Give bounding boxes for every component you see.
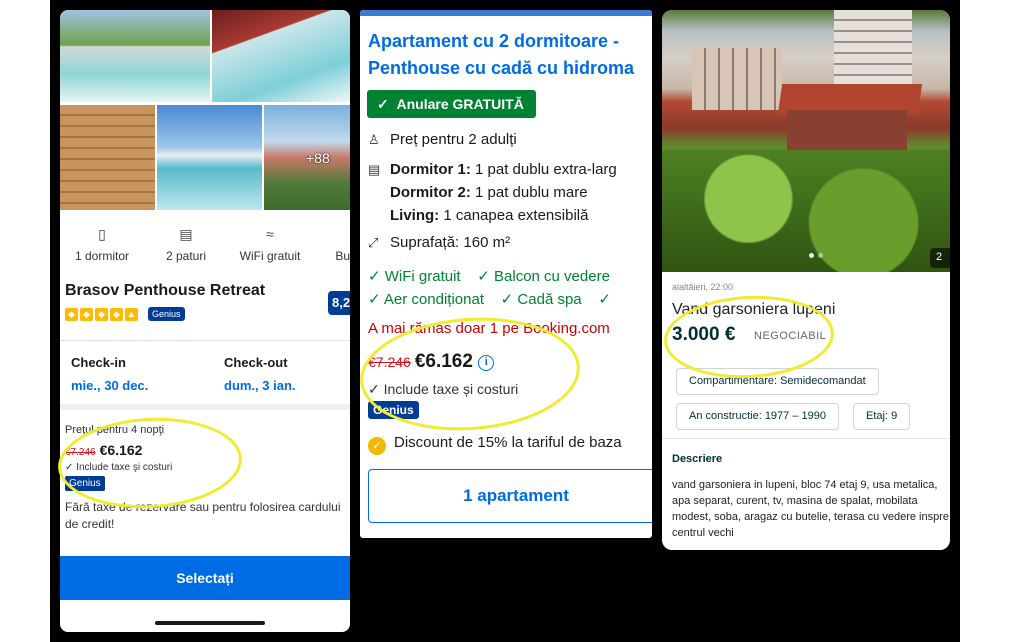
select-button[interactable]: Selectați — [60, 556, 350, 600]
check-icon: ✓ — [368, 291, 384, 308]
photo-pagination — [809, 253, 823, 258]
photo-spa-view[interactable] — [157, 105, 262, 210]
post-date: alaltăieri, 22:00 — [672, 282, 734, 292]
room-title[interactable]: Apartament cu 2 dormitoare - Penthouse c… — [368, 28, 652, 82]
info-icon[interactable]: i — [478, 355, 495, 371]
chip-an-constructie: An constructie: 1977 – 1990 — [676, 403, 839, 430]
review-score[interactable]: 8,2 — [328, 291, 350, 315]
check-icon: ✓ — [377, 96, 397, 112]
listing-photo[interactable]: 2 — [662, 10, 950, 272]
photo-count: 2 — [930, 248, 950, 268]
price: €7.246 €6.162 i — [368, 351, 495, 373]
genius-tag: Genius — [65, 476, 105, 491]
current-price: €6.162 — [99, 442, 143, 458]
genius-badge: Genius — [148, 307, 185, 321]
photo-terrace-tub[interactable] — [212, 10, 350, 102]
star-icon: ◆ — [110, 307, 123, 321]
genius-tag: Genius — [368, 401, 419, 419]
star-icon: ◆ — [80, 307, 93, 321]
amenity-wifi: ≈ WiFi gratuit — [228, 220, 312, 276]
photo-hot-tub[interactable] — [60, 10, 210, 102]
current-price: €6.162 — [414, 351, 473, 372]
check-icon: ✓ — [368, 268, 385, 285]
checkout-label: Check-out — [224, 355, 288, 370]
bedroom2-row: Dormitor 2: 1 pat dublu mare — [390, 184, 588, 201]
kitchen-icon: ⚲ — [312, 226, 350, 244]
check-icon: ✓ — [65, 462, 77, 473]
select-apartment-button[interactable]: 1 apartament — [368, 469, 652, 523]
price-box: Preţul pentru 4 nopţi €7.246 €6.162 ✓ Inc… — [60, 424, 350, 533]
star-icon: ◆ — [65, 307, 78, 321]
property-title: Brasov Penthouse Retreat — [65, 282, 266, 299]
checkin[interactable]: Check-in mie., 30 dec. — [71, 355, 148, 393]
checkout-date[interactable]: dum., 3 ian. — [224, 378, 296, 393]
includes-taxes: ✓ Include taxe şi costuri — [65, 462, 173, 473]
amenity-beds: ▤ 2 paturi — [144, 220, 228, 276]
check-icon: ✓ — [598, 291, 611, 308]
chip-etaj: Etaj: 9 — [853, 403, 911, 430]
listing-price: 3.000 € — [672, 324, 736, 345]
thumbs-up-icon: ▲ — [125, 307, 138, 321]
door-icon: ▯ — [98, 226, 106, 242]
divider — [662, 438, 950, 439]
description-heading: Descriere — [672, 453, 723, 465]
people-icon: ♙ — [368, 132, 380, 147]
dates-box[interactable]: Check-in mie., 30 dec. Check-out dum., 3… — [60, 340, 350, 410]
photo-sauna[interactable] — [60, 105, 155, 210]
top-bar — [360, 10, 652, 16]
amenities-row: ▯1 dormitor ▤2 paturi ≈WiFi gratuit ⚲Buc… — [60, 220, 350, 276]
amenity-kitchen: ⚲Bucătă — [312, 220, 350, 276]
amenity-bedroom: ▯ 1 dormitor — [60, 220, 144, 276]
check-circle-icon: ✓ — [368, 437, 386, 455]
old-price: €7.246 — [368, 354, 411, 370]
guests-row: ♙ Preț pentru 2 adulți — [368, 131, 517, 148]
no-fees-note: Fără taxe de rezervare sau pentru folosi… — [65, 500, 341, 531]
features-row-1: ✓ WiFi gratuit ✓ Balcon cu vedere — [368, 268, 610, 285]
more-photos-count[interactable]: +88 — [306, 150, 330, 166]
bedroom1-row: ▤ Dormitor 1: 1 pat dublu extra-larg — [368, 161, 617, 178]
includes-taxes: ✓ Include taxe și costuri — [368, 381, 519, 397]
features-row-2: ✓ Aer condiționat ✓ Cadă spa ✓ — [368, 291, 611, 308]
old-price: €7.246 — [65, 447, 96, 458]
wifi-icon: ≈ — [266, 226, 274, 242]
negotiable-label: NEGOCIABIL — [754, 330, 827, 342]
living-row: Living: 1 canapea extensibilă — [390, 207, 589, 224]
check-icon: ✓ — [500, 291, 518, 308]
description-text: vand garsoniera in lupeni, bloc 74 etaj … — [672, 479, 949, 539]
booking-listing-screenshot: +88 ▯ 1 dormitor ▤ 2 paturi ≈ WiFi gratuit … — [60, 10, 350, 632]
bed-icon: ▤ — [368, 162, 381, 177]
checkin-date[interactable]: mie., 30 dec. — [71, 378, 148, 393]
checkout[interactable]: Check-out dum., 3 ian. — [224, 355, 296, 393]
photo-gallery[interactable]: +88 — [60, 10, 350, 210]
chip-compartimentare: Compartimentare: Semidecomandat — [676, 368, 879, 395]
star-icon: ◆ — [95, 307, 108, 321]
booking-room-screenshot: Apartament cu 2 dormitoare - Penthouse c… — [360, 10, 652, 538]
checkin-label: Check-in — [71, 355, 126, 370]
area-row: ⤢ Suprafață: 160 m² — [368, 234, 511, 251]
resize-icon: ⤢ — [368, 235, 379, 250]
scarcity-note: A mai rămas doar 1 pe Booking.com — [368, 320, 610, 337]
price: €7.246 €6.162 — [65, 442, 345, 458]
star-rating: ◆ ◆ ◆ ◆ ▲ Genius — [65, 307, 185, 321]
check-icon: ✓ — [368, 381, 384, 397]
discount-row: ✓ Discount de 15% la tariful de baza — [368, 434, 622, 455]
olx-listing-screenshot: 2 alaltăieri, 22:00 Vand garsoniera lupe… — [662, 10, 950, 550]
free-cancellation-badge: ✓ Anulare GRATUITĂ — [367, 90, 536, 118]
bed-icon: ▤ — [179, 226, 193, 242]
price-label: Preţul pentru 4 nopţi — [65, 424, 165, 436]
check-icon: ✓ — [477, 268, 495, 285]
home-indicator — [155, 621, 265, 625]
listing-title: Vand garsoniera lupeni — [672, 301, 836, 318]
